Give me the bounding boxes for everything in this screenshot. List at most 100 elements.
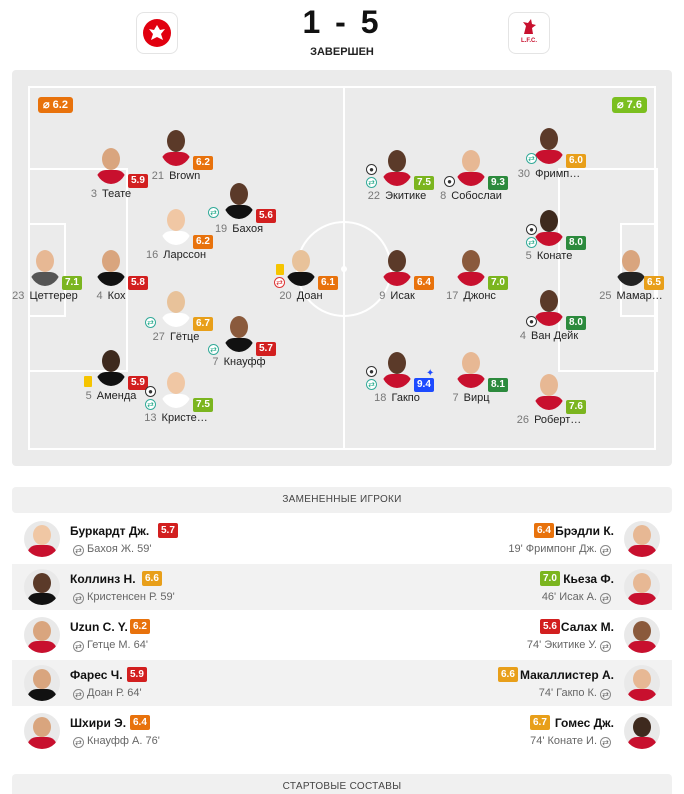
player-home-kristensen[interactable]: ● ⇄ 7.5 13 Кристе… (131, 370, 221, 436)
sub-in-home[interactable]: Фарес Ч. (70, 668, 123, 682)
player-label: 8 Собослаи (440, 190, 502, 202)
sub-in-away[interactable]: Кьеза Ф. (563, 572, 614, 586)
player-photo (95, 248, 127, 286)
player-away-jones[interactable]: 7.0 17 Джонс (426, 248, 516, 314)
player-photo (160, 207, 192, 245)
swap-icon: ⇄ (600, 689, 611, 700)
player-rating: 7.5 (193, 398, 213, 412)
player-photo[interactable] (624, 713, 660, 749)
player-rating: 5.8 (128, 276, 148, 290)
away-team-crest[interactable]: L.F.C. (508, 12, 550, 54)
player-rating: 8.0 (566, 236, 586, 250)
substitution-row: Шхири Э. 6.4 ⇄ Кнауфф А. 76' 6.7 Гомес Дж… (12, 708, 672, 754)
player-home-doan[interactable]: ⇄ 6.1 20 Доан (256, 248, 346, 314)
sub-in-home[interactable]: Uzun C. Y. (70, 620, 128, 634)
player-photo[interactable] (24, 665, 60, 701)
sub-out-away: 19' Фримпонг Дж. ⇄ (508, 543, 614, 556)
sub-in-home[interactable]: Буркардт Дж. (70, 524, 149, 538)
sub-in-home[interactable]: Коллинз Н. (70, 572, 136, 586)
substitution-icon: ⇄ (274, 277, 285, 288)
player-photo (160, 289, 192, 327)
substitution-icon: ⇄ (145, 317, 156, 328)
player-rating: 6.5 (644, 276, 664, 290)
player-photo[interactable] (24, 521, 60, 557)
player-photo (285, 248, 317, 286)
player-away-szoboszlai[interactable]: ● 9.3 8 Собослаи (426, 148, 516, 214)
sub-out-home: ⇄ Кнауфф А. 76' (70, 735, 160, 748)
player-photo[interactable] (624, 617, 660, 653)
substitutions-header: ЗАМЕНЕННЫЕ ИГРОКИ (12, 487, 672, 513)
sub-out-home: ⇄ Кристенсен Р. 59' (70, 591, 175, 604)
player-label: 13 Кристе… (144, 412, 208, 424)
player-away-mamardashvili[interactable]: 6.5 25 Мамар… (586, 248, 676, 314)
away-average-rating: ⌀ 7.6 (612, 97, 647, 113)
player-away-wirtz[interactable]: 8.1 7 Вирц (426, 350, 516, 416)
player-photo[interactable] (624, 665, 660, 701)
player-photo[interactable] (24, 617, 60, 653)
player-rating: 6.1 (318, 276, 338, 290)
sub-rating-away: 5.6 (540, 619, 560, 634)
player-photo[interactable] (24, 713, 60, 749)
player-photo (160, 370, 192, 408)
player-photo (223, 181, 255, 219)
sub-rating-home: 5.9 (127, 667, 147, 682)
sub-out-home: ⇄ Бахоя Ж. 59' (70, 543, 151, 556)
sub-in-away[interactable]: Макаллистер А. (520, 668, 614, 682)
substitution-icon: ⇄ (366, 379, 377, 390)
swap-icon: ⇄ (73, 737, 84, 748)
player-photo (455, 248, 487, 286)
player-home-teate[interactable]: 5.9 3 Теате (66, 146, 156, 212)
player-photo (615, 248, 647, 286)
sub-out-away: 46' Исак А. ⇄ (542, 591, 614, 604)
swap-icon: ⇄ (600, 593, 611, 604)
yellow-card-icon (276, 264, 284, 275)
swap-icon: ⇄ (73, 545, 84, 556)
player-photo (533, 288, 565, 326)
player-label: 17 Джонс (446, 290, 496, 302)
sub-rating-away: 7.0 (540, 571, 560, 586)
player-away-konate[interactable]: ● ⇄ 8.0 5 Конате (504, 208, 594, 274)
sub-out-away: 74' Конате И. ⇄ (530, 735, 614, 748)
player-photo (381, 350, 413, 388)
player-label: 30 Фримп… (517, 168, 581, 180)
substitution-row: Фарес Ч. 5.9 ⇄ Доан Р. 64' 6.6 Макаллисте… (12, 660, 672, 706)
starting-lineups-header: СТАРТОВЫЕ СОСТАВЫ (12, 774, 672, 794)
home-average-rating: ⌀ 6.2 (38, 97, 73, 113)
ball-icon: ● (366, 164, 377, 175)
player-away-robertson[interactable]: 7.6 26 Роберт… (504, 372, 594, 438)
sub-rating-away: 6.6 (498, 667, 518, 682)
player-away-frimpong[interactable]: ⇄ 6.0 30 Фримп… (504, 126, 594, 192)
sub-out-home: ⇄ Доан Р. 64' (70, 687, 142, 700)
player-label: 25 Мамар… (599, 290, 663, 302)
sub-in-home[interactable]: Шхири Э. (70, 716, 126, 730)
player-photo[interactable] (624, 521, 660, 557)
sub-out-away: 74' Экитике У. ⇄ (527, 639, 614, 652)
substitution-row: Коллинз Н. 6.6 ⇄ Кристенсен Р. 59' 7.0 Кь… (12, 564, 672, 610)
liverbird-icon: L.F.C. (514, 16, 544, 50)
crest-text: L.F.C. (521, 38, 537, 44)
sub-out-home: ⇄ Гетце М. 64' (70, 639, 148, 652)
player-label: 26 Роберт… (516, 414, 582, 426)
player-away-van-dijk[interactable]: ● 8.0 4 Ван Дейк (504, 288, 594, 354)
sub-in-away[interactable]: Салах М. (561, 620, 614, 634)
swap-icon: ⇄ (73, 689, 84, 700)
player-photo (381, 148, 413, 186)
player-photo (223, 314, 255, 352)
ball-icon: ● (145, 386, 156, 397)
sub-in-away[interactable]: Брэдли К. (555, 524, 614, 538)
ball-icon: ● (366, 366, 377, 377)
player-photo[interactable] (24, 569, 60, 605)
player-photo[interactable] (624, 569, 660, 605)
player-photo (533, 126, 565, 164)
player-photo (533, 372, 565, 410)
swap-icon: ⇄ (600, 641, 611, 652)
substitution-icon: ⇄ (366, 177, 377, 188)
swap-icon: ⇄ (73, 593, 84, 604)
player-rating: 7.6 (566, 400, 586, 414)
player-photo (455, 148, 487, 186)
player-label: 3 Теате (90, 188, 132, 200)
sub-rating-home: 5.7 (158, 523, 178, 538)
sub-rating-home: 6.6 (142, 571, 162, 586)
sub-in-away[interactable]: Гомес Дж. (555, 716, 614, 730)
match-score: 1 - 5 (302, 4, 382, 40)
